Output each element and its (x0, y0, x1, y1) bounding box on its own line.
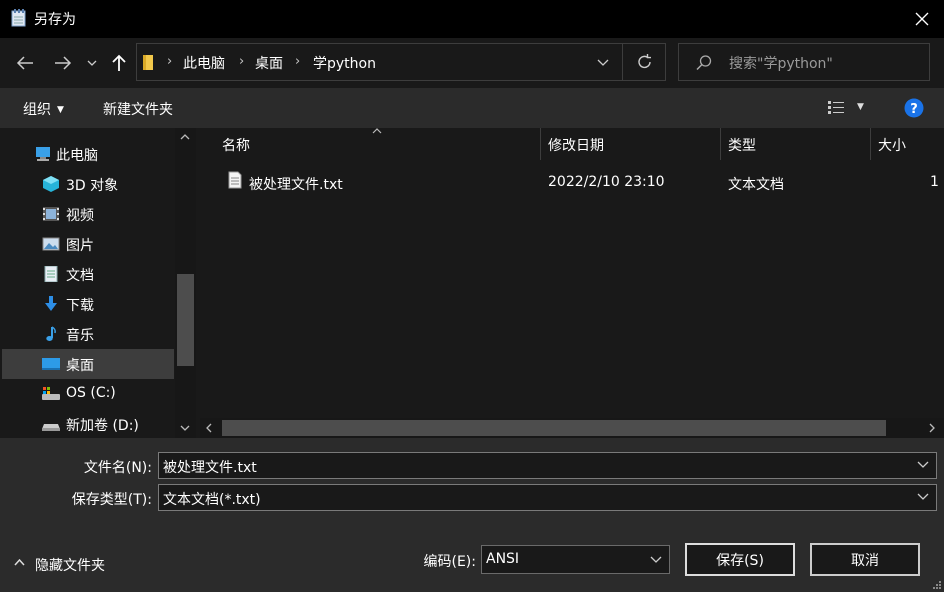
cancel-button[interactable]: 取消 (810, 543, 920, 576)
back-button[interactable] (12, 50, 38, 76)
search-box[interactable]: 搜索"学python" (678, 43, 930, 81)
up-button[interactable] (106, 50, 132, 76)
breadcrumb-desktop[interactable]: 桌面 (255, 53, 283, 73)
scroll-left-icon[interactable] (206, 423, 212, 433)
file-list: 名称 修改日期 类型 大小 被处理文件.txt 2022/2/10 23:10 … (200, 128, 944, 418)
view-options-icon[interactable] (827, 100, 845, 116)
chevron-down-icon (87, 60, 97, 66)
scroll-up-icon[interactable] (180, 134, 190, 140)
caret-down-icon: ▼ (57, 105, 64, 115)
folder-icon (143, 55, 153, 70)
new-folder-button[interactable]: 新建文件夹 (103, 99, 173, 119)
navigation-bar: › 此电脑 › 桌面 › 学python 搜索"学python" (0, 38, 944, 88)
search-input[interactable]: 搜索"学python" (729, 53, 833, 73)
svg-text:?: ? (910, 102, 918, 117)
organize-button[interactable]: 组织 ▼ (23, 99, 64, 119)
breadcrumb-separator-icon: › (295, 54, 301, 69)
notepad-icon (11, 9, 26, 27)
chevron-down-icon[interactable] (917, 461, 929, 468)
file-type-cell: 文本文档 (728, 177, 784, 193)
close-button[interactable] (902, 4, 942, 34)
address-bar[interactable]: › 此电脑 › 桌面 › 学python (136, 43, 666, 81)
sidebar-item-documents[interactable]: 文档 (2, 260, 174, 288)
column-divider[interactable] (540, 128, 541, 160)
help-icon[interactable]: ? (904, 98, 924, 118)
recent-locations-button[interactable] (82, 50, 102, 76)
music-icon (46, 326, 56, 341)
download-icon (45, 296, 57, 311)
sidebar-item-3d-objects[interactable]: 3D 对象 (2, 170, 174, 198)
text-file-icon (228, 171, 242, 189)
window-title: 另存为 (34, 12, 76, 28)
arrow-left-icon (16, 56, 33, 70)
desktop-icon (42, 358, 60, 370)
sidebar-item-videos[interactable]: 视频 (2, 200, 174, 228)
breadcrumb-separator-icon: › (239, 54, 245, 69)
sidebar-item-drive-c[interactable]: OS (C:) (2, 380, 174, 408)
computer-icon (36, 147, 50, 161)
hide-folders-label: 隐藏文件夹 (35, 558, 105, 574)
3d-objects-icon (43, 176, 59, 192)
refresh-icon[interactable] (636, 53, 654, 71)
encoding-select[interactable]: ANSI (481, 545, 670, 574)
sidebar-item-desktop[interactable]: 桌面 (2, 349, 174, 379)
horizontal-scrollbar-thumb[interactable] (222, 420, 886, 436)
column-header-size[interactable]: 大小 (878, 135, 906, 155)
caret-down-icon[interactable]: ▼ (857, 102, 864, 112)
chevron-up-icon (14, 559, 25, 566)
sidebar-item-this-pc[interactable]: 此电脑 (2, 140, 174, 168)
arrow-up-icon (112, 54, 126, 71)
sort-ascending-icon (372, 128, 382, 134)
search-icon (696, 55, 712, 71)
documents-icon (44, 266, 58, 282)
chevron-down-icon (917, 493, 929, 500)
drive-c-icon (42, 387, 60, 400)
scroll-right-icon[interactable] (929, 423, 935, 433)
file-name-cell: 被处理文件.txt (249, 177, 343, 193)
chevron-down-icon (650, 556, 662, 563)
file-size-cell: 1 (930, 174, 939, 190)
divider (622, 44, 623, 80)
toolbar: 组织 ▼ 新建文件夹 ▼ ? (0, 88, 944, 128)
column-header-name[interactable]: 名称 (222, 135, 250, 155)
sidebar-scrollbar-thumb[interactable] (177, 274, 194, 366)
filetype-select[interactable]: 文本文档(*.txt) (158, 484, 937, 511)
column-header-type[interactable]: 类型 (728, 135, 756, 155)
breadcrumb-current-folder[interactable]: 学python (313, 53, 376, 73)
pictures-icon (42, 237, 60, 251)
sidebar-item-music[interactable]: 音乐 (2, 320, 174, 348)
chevron-down-icon[interactable] (597, 59, 609, 66)
navigation-pane: 此电脑 3D 对象 视频 图片 文档 下载 音乐 桌面 OS (C:) 新加卷 … (0, 128, 198, 438)
sidebar-item-drive-d[interactable]: 新加卷 (D:) (2, 410, 174, 438)
scroll-down-icon[interactable] (180, 425, 190, 431)
breadcrumb-separator-icon: › (167, 54, 173, 69)
save-button[interactable]: 保存(S) (685, 543, 795, 576)
arrow-right-icon (55, 56, 72, 70)
sidebar-item-downloads[interactable]: 下载 (2, 290, 174, 318)
drive-d-icon (42, 424, 60, 431)
column-divider[interactable] (720, 128, 721, 160)
file-modified-cell: 2022/2/10 23:10 (548, 174, 665, 190)
filetype-label: 保存类型(T): (71, 492, 152, 508)
filename-field[interactable]: 被处理文件.txt (158, 452, 937, 479)
encoding-label: 编码(E): (423, 554, 477, 570)
breadcrumb-this-pc[interactable]: 此电脑 (183, 53, 225, 73)
column-divider[interactable] (870, 128, 871, 160)
filename-label: 文件名(N): (83, 460, 152, 476)
video-icon (43, 207, 59, 221)
title-bar (0, 0, 944, 38)
forward-button[interactable] (50, 50, 76, 76)
resize-grip-icon[interactable] (932, 580, 942, 590)
column-header-modified[interactable]: 修改日期 (548, 135, 604, 155)
close-icon (915, 12, 929, 26)
sidebar-item-pictures[interactable]: 图片 (2, 230, 174, 258)
